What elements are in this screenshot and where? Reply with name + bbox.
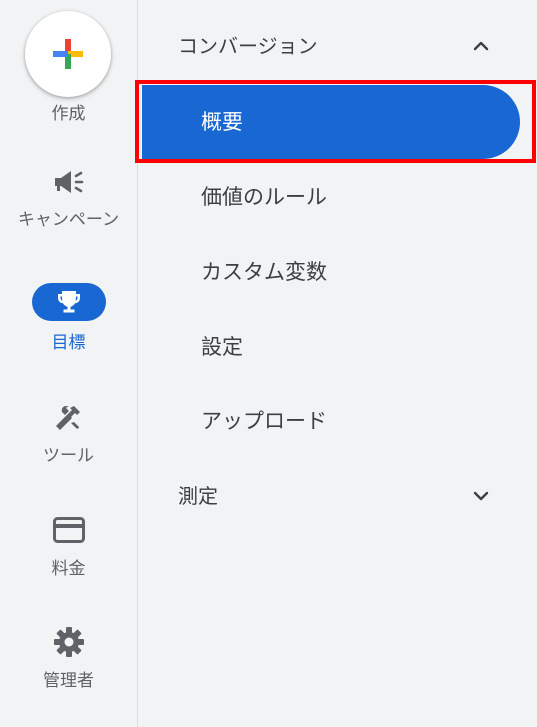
goals-nav-panel: コンバージョン 概要 価値のルール カスタム変数 設定 アップロード 測定 [138,0,537,727]
conversions-section-header[interactable]: コンバージョン [138,21,537,71]
nav-item-custom-variables[interactable]: カスタム変数 [138,243,537,301]
nav-item-summary[interactable]: 概要 [138,85,537,159]
conversions-section-label: コンバージョン [178,34,318,58]
plus-icon [53,39,83,69]
nav-item-value-rules-label: 価値のルール [201,185,327,209]
left-rail: 作成 キャンペーン 目標 ツール 料金 管理者 [0,0,137,727]
credit-card-icon[interactable] [53,517,85,543]
nav-item-summary-label: 概要 [201,110,243,134]
rail-label-billing: 料金 [51,559,86,579]
nav-item-custom-variables-label: カスタム変数 [201,260,327,284]
goals-nav-item[interactable] [32,283,106,321]
active-item-pill [142,85,520,159]
gear-icon[interactable] [53,626,85,658]
megaphone-icon[interactable] [52,168,86,196]
trophy-icon [58,291,80,313]
measurement-section-header[interactable]: 測定 [138,471,537,521]
chevron-down-icon [473,491,489,501]
rail-label-tools: ツール [43,446,94,466]
chevron-up-icon [473,41,489,51]
nav-item-uploads[interactable]: アップロード [138,392,537,450]
nav-item-settings[interactable]: 設定 [138,318,537,376]
rail-label-create: 作成 [51,104,86,124]
nav-item-uploads-label: アップロード [201,409,327,433]
create-button[interactable] [25,11,111,97]
rail-label-campaigns: キャンペーン [17,210,120,230]
rail-label-goals: 目標 [51,333,86,353]
nav-item-settings-label: 設定 [201,335,243,359]
tools-icon[interactable] [52,402,84,434]
nav-item-value-rules[interactable]: 価値のルール [138,168,537,226]
measurement-section-label: 測定 [178,484,218,508]
rail-label-admin: 管理者 [43,671,94,691]
